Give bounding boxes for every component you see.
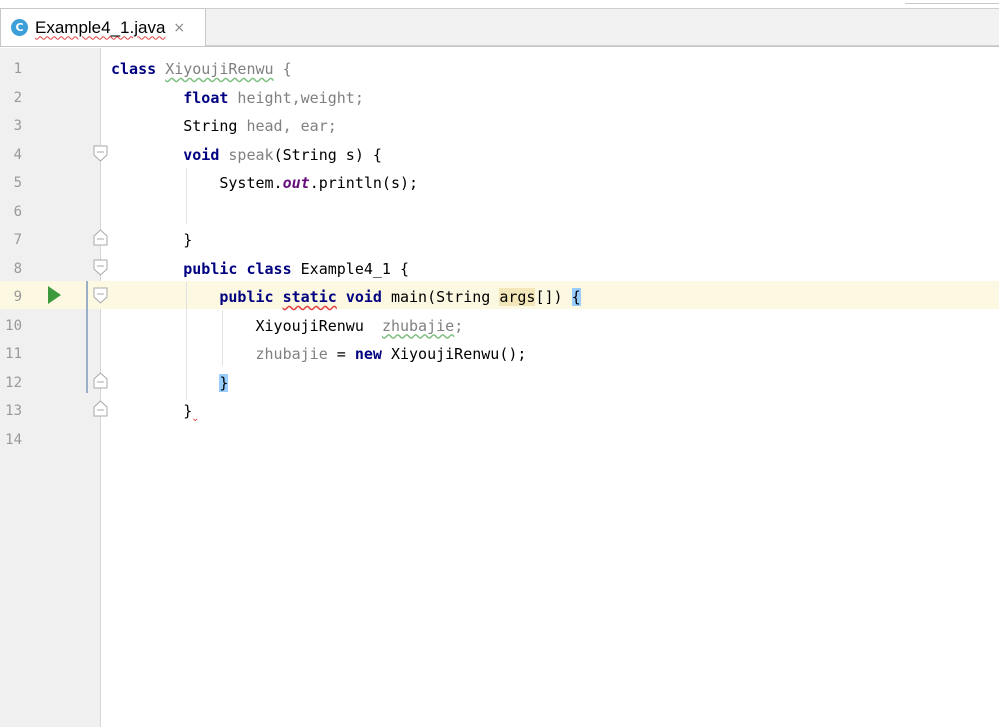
code-token: ; (327, 117, 337, 135)
code-token: } (219, 373, 229, 392)
error-caret-icon: ⌄ (191, 413, 200, 424)
code-token: = (327, 345, 355, 363)
code-token: Example4_1 { (291, 259, 410, 278)
line-number: 13 (5, 403, 22, 419)
code-token: } (111, 231, 193, 249)
code-token: , (282, 117, 301, 135)
line-number: 2 (13, 89, 22, 106)
code-line[interactable]: public class Example4_1 { (111, 255, 409, 283)
editor-tab-bar: C Example4_1.java × (0, 0, 999, 48)
code-token: speak (228, 145, 274, 164)
code-token: height,weight; (228, 88, 364, 107)
run-gutter-icon[interactable] (48, 286, 61, 304)
line-number: 14 (5, 431, 22, 448)
code-token: zhubajie (255, 345, 328, 363)
code-token: ; (454, 316, 464, 335)
code-token: XiyoujiRenwu (165, 60, 274, 78)
tabbar-top-edge (905, 0, 999, 4)
code-line[interactable]: class XiyoujiRenwu { (111, 55, 292, 83)
close-icon[interactable]: × (173, 20, 185, 36)
code-token: String (111, 117, 247, 135)
fold-open-icon[interactable] (93, 145, 108, 162)
code-token: main(String (381, 288, 500, 306)
line-number: 5 (13, 175, 22, 191)
fold-close-icon[interactable] (93, 372, 108, 389)
code-token: zhubajie (381, 316, 455, 335)
code-token: head (246, 117, 283, 135)
code-token: public (183, 259, 238, 278)
code-token: { (273, 60, 292, 78)
code-line[interactable]: XiyoujiRenwu zhubajie; (111, 312, 463, 340)
code-line[interactable]: zhubajie = new XiyoujiRenwu(); (111, 340, 527, 368)
code-token: { (571, 288, 581, 306)
code-token: args (499, 288, 536, 306)
code-token: []) (535, 288, 572, 306)
code-token: out (282, 174, 310, 192)
tab-example4-1-java[interactable]: C Example4_1.java × (0, 8, 206, 46)
line-number: 1 (13, 61, 22, 77)
code-token: void (345, 288, 382, 306)
line-number: 8 (13, 260, 22, 277)
tab-title: Example4_1.java (35, 17, 166, 37)
code-token: new (354, 345, 382, 363)
code-line[interactable]: System.out.println(s); (111, 169, 418, 197)
code-line[interactable]: void speak(String s) { (111, 141, 382, 169)
code-token: XiyoujiRenwu (111, 316, 382, 335)
java-class-icon: C (11, 19, 28, 36)
line-number: 11 (5, 346, 22, 362)
line-number: 4 (13, 146, 22, 163)
code-token: (String s) { (273, 145, 382, 164)
code-token: float (183, 88, 229, 107)
code-line[interactable]: String head, ear; (111, 112, 337, 140)
line-number: 6 (13, 203, 22, 220)
code-token: class (246, 259, 292, 278)
code-token: static (282, 288, 337, 306)
line-number: 3 (13, 118, 22, 134)
line-number: 7 (13, 232, 22, 248)
code-line[interactable]: float height,weight; (111, 84, 364, 112)
fold-close-icon[interactable] (93, 229, 108, 246)
tab-divider (0, 46, 999, 47)
code-line[interactable]: } (111, 397, 192, 425)
vcs-change-marker[interactable] (86, 281, 88, 393)
tabbar-empty-area (205, 8, 999, 46)
code-line[interactable]: } (111, 369, 229, 397)
code-line[interactable]: } (111, 226, 192, 254)
code-line[interactable]: public static void main(String args[]) { (111, 283, 581, 311)
code-token: class (111, 60, 157, 78)
code-token: XiyoujiRenwu(); (381, 345, 527, 363)
code-token: System. (111, 174, 283, 192)
code-token: void (183, 145, 220, 164)
fold-open-icon[interactable] (93, 287, 108, 304)
code-token: .println(s); (309, 174, 419, 192)
line-number: 12 (5, 374, 22, 391)
code-token: ear (300, 117, 328, 135)
code-token: } (111, 402, 193, 420)
line-number: 10 (5, 317, 22, 334)
fold-close-icon[interactable] (93, 400, 108, 417)
code-token: public (219, 288, 274, 306)
line-number: 9 (13, 289, 22, 305)
fold-open-icon[interactable] (93, 259, 108, 276)
